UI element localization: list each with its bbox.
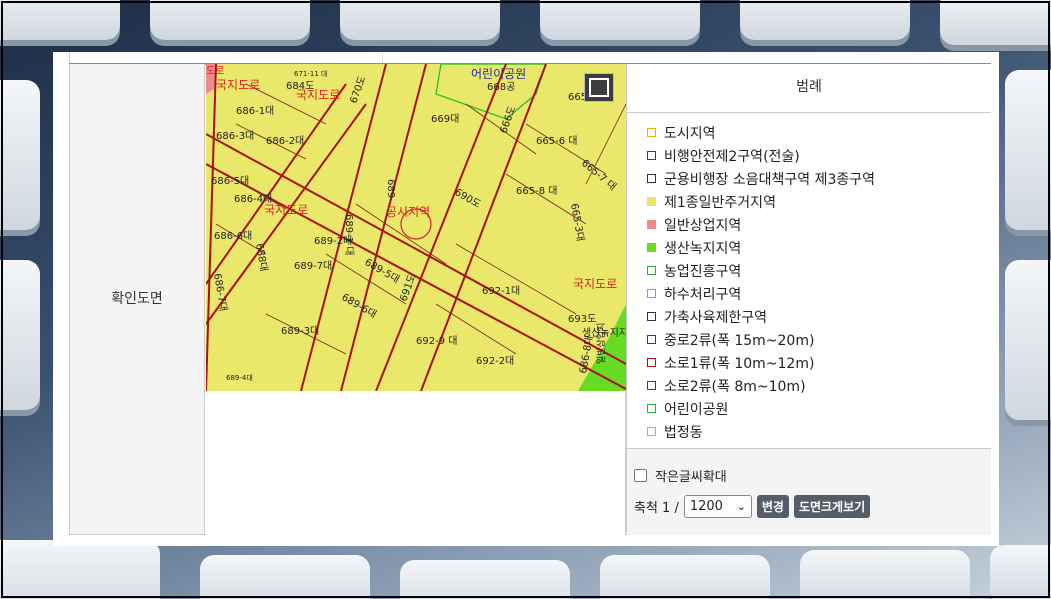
large-map-button[interactable]: 도면크게보기 [793, 495, 871, 518]
map-blank-area [206, 391, 626, 535]
legend-item: 도시지역 [647, 121, 991, 144]
confirm-map-row: 확인도면 686-1대 684도 670도 669대 668공 665대 686… [69, 64, 991, 535]
legend-item: 소로1류(폭 10m~12m) [647, 351, 991, 374]
svg-text:국지도로: 국지도로 [296, 88, 340, 102]
legend-swatch [647, 404, 656, 413]
legend-title: 범례 [627, 64, 991, 113]
legend-swatch [647, 427, 656, 436]
legend-swatch [647, 128, 656, 137]
svg-text:689-4대: 689-4대 [226, 374, 253, 382]
svg-text:689-: 689- [385, 179, 396, 202]
land-use-panel: 확인도면 686-1대 684도 670도 669대 668공 665대 686… [53, 52, 999, 546]
map-controls: 작은글씨확대 축척 1 / 1200 ⌄ 변경 도면크게보기 [626, 448, 991, 535]
legend-swatch [647, 197, 656, 206]
legend-item: 제1종일반주거지역 [647, 190, 991, 213]
svg-text:어린이공원: 어린이공원 [471, 67, 526, 81]
scale-row: 축척 1 / 1200 ⌄ 변경 도면크게보기 [634, 495, 871, 518]
chevron-down-icon: ⌄ [736, 500, 746, 513]
svg-text:665-6 대: 665-6 대 [536, 135, 577, 147]
small-text-toggle[interactable]: 작은글씨확대 [634, 466, 727, 485]
legend-swatch [647, 358, 656, 367]
svg-text:665-8 대: 665-8 대 [516, 185, 557, 197]
legend-swatch [647, 220, 656, 229]
legend-swatch [647, 243, 656, 252]
map-graphic: 686-1대 684도 670도 669대 668공 665대 686-3대 6… [206, 64, 626, 391]
scale-label: 축척 1 / [634, 501, 679, 516]
legend-item: 생산녹지지역 [647, 236, 991, 259]
svg-text:공시지역: 공시지역 [386, 205, 430, 219]
svg-text:692-2대: 692-2대 [476, 355, 514, 367]
legend-item: 농업진흥구역 [647, 259, 991, 282]
svg-text:671-11 대: 671-11 대 [294, 70, 327, 78]
svg-text:도로: 도로 [206, 66, 224, 77]
svg-text:686-6대: 686-6대 [214, 230, 252, 242]
legend-swatch [647, 151, 656, 160]
svg-text:국지도로: 국지도로 [573, 277, 617, 291]
row-header: 확인도면 [70, 64, 205, 534]
svg-text:686-2대: 686-2대 [266, 135, 304, 147]
legend-item: 군용비행장 소음대책구역 제3종구역 [647, 167, 991, 190]
svg-text:686-1대: 686-1대 [236, 105, 274, 117]
small-text-checkbox[interactable] [634, 469, 647, 482]
legend-item: 가축사육제한구역 [647, 305, 991, 328]
change-scale-button[interactable]: 변경 [756, 495, 789, 518]
legend-item: 비행안전제2구역(전술) [647, 144, 991, 167]
svg-text:689-3대: 689-3대 [281, 325, 319, 337]
legend-swatch [647, 312, 656, 321]
svg-text:국지도로: 국지도로 [216, 78, 260, 92]
svg-text:일반상업지: 일반상업지 [596, 323, 607, 364]
fullscreen-button[interactable] [584, 73, 614, 102]
legend-swatch [647, 335, 656, 344]
legend-swatch [647, 174, 656, 183]
svg-text:686-3대: 686-3대 [216, 130, 254, 142]
legend-item: 일반상업지역 [647, 213, 991, 236]
svg-text:686-5대: 686-5대 [211, 175, 249, 187]
svg-text:669대: 669대 [431, 113, 459, 125]
legend-swatch [647, 289, 656, 298]
legend-item: 하수처리구역 [647, 282, 991, 305]
legend-item: 중로2류(폭 15m~20m) [647, 328, 991, 351]
legend-item: 어린이공원 [647, 397, 991, 420]
svg-text:국지도로: 국지도로 [264, 203, 308, 217]
svg-text:689-2대: 689-2대 [314, 235, 352, 247]
legend-panel: 범례 도시지역 비행안전제2구역(전술) 군용비행장 소음대책구역 제3종구역 … [626, 64, 991, 448]
svg-text:692-9 대: 692-9 대 [416, 335, 457, 347]
legend-swatch [647, 381, 656, 390]
legend-item: 법정동 [647, 420, 991, 443]
cadastral-map[interactable]: 686-1대 684도 670도 669대 668공 665대 686-3대 6… [206, 64, 626, 391]
legend-swatch [647, 266, 656, 275]
scale-select[interactable]: 1200 ⌄ [683, 495, 752, 518]
svg-text:693도: 693도 [568, 314, 596, 325]
legend-item: 소로2류(폭 8m~10m) [647, 374, 991, 397]
legend-list: 도시지역 비행안전제2구역(전술) 군용비행장 소음대책구역 제3종구역 제1종… [627, 113, 991, 443]
svg-text:689-1 대: 689-1 대 [343, 214, 355, 255]
row-label: 확인도면 [111, 291, 163, 307]
svg-text:692-1대: 692-1대 [482, 285, 520, 297]
small-text-label: 작은글씨확대 [655, 470, 727, 485]
svg-text:668공: 668공 [487, 81, 515, 93]
svg-text:689-7대: 689-7대 [294, 260, 332, 272]
